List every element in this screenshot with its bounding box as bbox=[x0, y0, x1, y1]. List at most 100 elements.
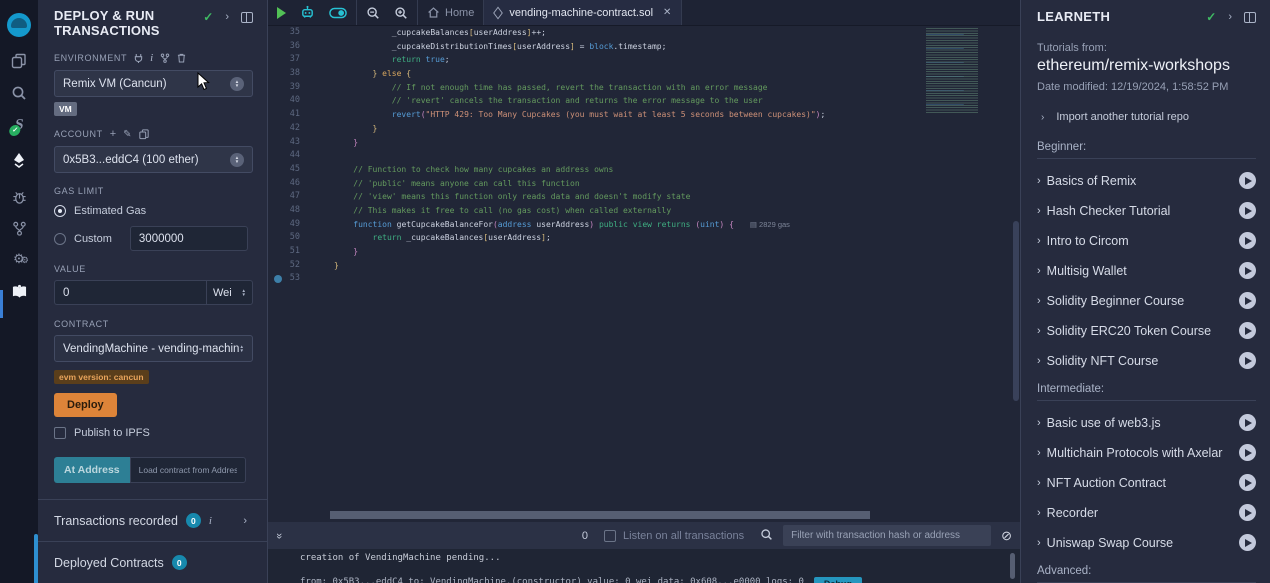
tutorial-item[interactable]: ›Uniswap Swap Course bbox=[1037, 534, 1256, 551]
transactions-info-icon[interactable]: i bbox=[209, 515, 212, 527]
sidebar-item-file-explorer[interactable] bbox=[0, 46, 38, 76]
pin-panel-icon[interactable] bbox=[241, 12, 253, 23]
debug-button[interactable]: Debug bbox=[814, 577, 862, 583]
expand-panel-icon[interactable]: › bbox=[225, 11, 229, 23]
play-tutorial-icon[interactable] bbox=[1239, 322, 1256, 339]
close-tab-icon[interactable]: ✕ bbox=[663, 7, 671, 18]
tutorial-item[interactable]: ›Basic use of web3.js bbox=[1037, 414, 1256, 431]
copilot-toggle[interactable] bbox=[329, 7, 347, 19]
play-tutorial-icon[interactable] bbox=[1239, 262, 1256, 279]
sidebar-item-source-control[interactable] bbox=[0, 213, 38, 243]
trash-icon[interactable] bbox=[177, 53, 186, 63]
remix-logo[interactable] bbox=[0, 8, 38, 42]
deploy-button[interactable]: Deploy bbox=[54, 393, 117, 417]
scrollbar-thumb[interactable] bbox=[330, 511, 870, 519]
tutorial-section-label: Advanced: bbox=[1037, 565, 1256, 583]
at-address-input[interactable] bbox=[130, 457, 246, 483]
sidebar-item-learneth[interactable] bbox=[0, 276, 38, 306]
run-script-button[interactable] bbox=[277, 7, 286, 19]
deploy-run-icon bbox=[11, 152, 27, 168]
minimap[interactable] bbox=[926, 28, 1010, 114]
tutorial-item[interactable]: ›Hash Checker Tutorial bbox=[1037, 202, 1256, 219]
code-editor[interactable]: 35 _cupcakeBalances[userAddress]++;36 _c… bbox=[268, 26, 1020, 510]
unit-updown-icon: ▲▼ bbox=[242, 289, 246, 297]
value-unit-select[interactable]: Wei ▲▼ bbox=[206, 280, 253, 305]
environment-select[interactable]: Remix VM (Cancun) ▲▼ bbox=[54, 70, 253, 97]
code-line: 47 // 'view' means this function only re… bbox=[268, 190, 1020, 204]
code-line: 52} bbox=[268, 259, 1020, 273]
solidity-compiler-icon: S✓ bbox=[14, 117, 25, 134]
play-tutorial-icon[interactable] bbox=[1239, 534, 1256, 551]
tutorial-item[interactable]: ›Solidity ERC20 Token Course bbox=[1037, 322, 1256, 339]
code-line: 45 // Function to check how many cupcake… bbox=[268, 163, 1020, 177]
play-tutorial-icon[interactable] bbox=[1239, 474, 1256, 491]
zoom-in-button[interactable] bbox=[394, 6, 408, 20]
editor-vertical-scrollbar[interactable] bbox=[1013, 221, 1019, 401]
transactions-recorded-label: Transactions recorded bbox=[54, 514, 178, 528]
tab-home[interactable]: Home bbox=[418, 0, 483, 25]
account-pin-icon[interactable]: ▲▼ bbox=[230, 153, 244, 167]
play-tutorial-icon[interactable] bbox=[1239, 232, 1256, 249]
ai-assistant-button[interactable] bbox=[300, 5, 315, 20]
code-line: 48 // This makes it free to call (no gas… bbox=[268, 204, 1020, 218]
terminal-log[interactable]: creation of VendingMachine pending... fr… bbox=[268, 549, 1020, 583]
transactions-chevron-icon[interactable]: › bbox=[243, 515, 247, 527]
terminal-search-icon[interactable] bbox=[760, 528, 773, 544]
play-tutorial-icon[interactable] bbox=[1239, 202, 1256, 219]
play-tutorial-icon[interactable] bbox=[1239, 504, 1256, 521]
plug-icon[interactable] bbox=[134, 53, 143, 63]
robot-icon bbox=[300, 5, 315, 20]
breakpoint-dot[interactable] bbox=[274, 275, 282, 283]
terminal-scrollbar[interactable] bbox=[1010, 553, 1015, 579]
edit-icon[interactable]: ✎ bbox=[123, 129, 131, 140]
code-line: 44 bbox=[268, 149, 1020, 163]
publish-ipfs-checkbox[interactable] bbox=[54, 427, 66, 439]
tutorial-item[interactable]: ›Intro to Circom bbox=[1037, 232, 1256, 249]
fork-icon[interactable] bbox=[160, 53, 170, 63]
add-account-icon[interactable]: + bbox=[110, 128, 116, 140]
sidebar-item-search[interactable] bbox=[0, 78, 38, 108]
info-icon[interactable]: i bbox=[150, 52, 153, 64]
tutorial-item[interactable]: ›NFT Auction Contract bbox=[1037, 474, 1256, 491]
play-icon bbox=[277, 7, 286, 19]
learneth-expand-icon[interactable]: › bbox=[1228, 11, 1232, 23]
play-tutorial-icon[interactable] bbox=[1239, 172, 1256, 189]
account-select[interactable]: 0x5B3...eddC4 (100 ether) ▲▼ bbox=[54, 146, 253, 173]
sidebar-item-deploy-run[interactable] bbox=[0, 145, 38, 175]
play-tutorial-icon[interactable] bbox=[1239, 352, 1256, 369]
tutorial-item[interactable]: ›Basics of Remix bbox=[1037, 172, 1256, 189]
learneth-pin-icon[interactable] bbox=[1244, 12, 1256, 23]
environment-pin-icon[interactable]: ▲▼ bbox=[230, 77, 244, 91]
play-tutorial-icon[interactable] bbox=[1239, 292, 1256, 309]
zoom-out-button[interactable] bbox=[366, 6, 380, 20]
tutorial-item[interactable]: ›Multichain Protocols with Axelar bbox=[1037, 444, 1256, 461]
import-repo-row[interactable]: › Import another tutorial repo bbox=[1041, 111, 1256, 123]
chevron-right-icon: › bbox=[1037, 325, 1041, 337]
contract-select[interactable]: VendingMachine - vending-machin ▲▼ bbox=[54, 335, 253, 362]
tutorial-item[interactable]: ›Multisig Wallet bbox=[1037, 262, 1256, 279]
tutorial-item[interactable]: ›Solidity NFT Course bbox=[1037, 352, 1256, 369]
play-tutorial-icon[interactable] bbox=[1239, 444, 1256, 461]
home-icon bbox=[427, 6, 440, 19]
clear-console-icon[interactable]: ⊘ bbox=[1001, 528, 1012, 544]
value-input[interactable] bbox=[54, 280, 206, 305]
at-address-button[interactable]: At Address bbox=[54, 457, 130, 483]
sidebar-item-plugin-manager[interactable]: ⚙⚙ bbox=[0, 244, 38, 274]
editor-horizontal-scrollbar[interactable] bbox=[268, 510, 1020, 520]
custom-gas-radio[interactable] bbox=[54, 233, 66, 245]
terminal-filter-input[interactable] bbox=[783, 525, 991, 546]
tutorial-item[interactable]: ›Recorder bbox=[1037, 504, 1256, 521]
sidebar-item-debugger[interactable] bbox=[0, 182, 38, 212]
listen-all-checkbox[interactable] bbox=[604, 530, 616, 542]
tab-vending-machine-contract[interactable]: vending-machine-contract.sol ✕ bbox=[483, 0, 682, 25]
play-tutorial-icon[interactable] bbox=[1239, 414, 1256, 431]
code-lines: 35 _cupcakeBalances[userAddress]++;36 _c… bbox=[268, 26, 1020, 286]
estimated-gas-radio[interactable] bbox=[54, 205, 66, 217]
transactions-recorded-row[interactable]: Transactions recorded 0 i › bbox=[54, 500, 253, 541]
custom-gas-input[interactable] bbox=[130, 226, 248, 251]
copy-icon[interactable] bbox=[139, 129, 149, 140]
sidebar-item-solidity-compiler[interactable]: S✓ bbox=[0, 110, 38, 140]
terminal-expand-icon[interactable]: » bbox=[273, 532, 285, 538]
deployed-contracts-row[interactable]: Deployed Contracts 0 bbox=[54, 542, 253, 583]
tutorial-item[interactable]: ›Solidity Beginner Course bbox=[1037, 292, 1256, 309]
